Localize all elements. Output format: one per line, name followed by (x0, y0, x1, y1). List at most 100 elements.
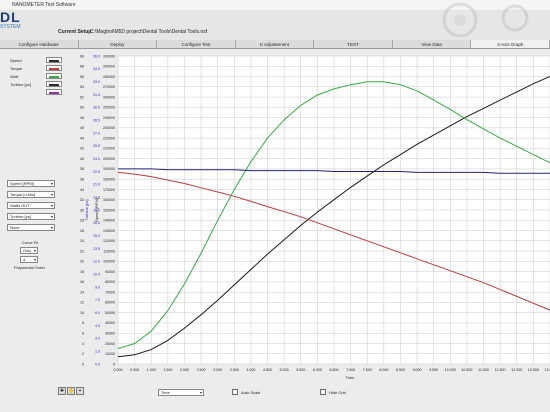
hide-grid-label: Hide Grid (329, 389, 346, 395)
x-tick-label: 10.000 (445, 368, 456, 372)
y-tick-label: 200000 (103, 157, 115, 161)
y-tick-label: 140000 (103, 219, 115, 223)
x-tick-label: 7.000 (346, 368, 355, 372)
y-tick-label: 54 (80, 85, 84, 89)
y-tick-label: 26 (80, 229, 84, 233)
y-tick-label: 120000 (103, 239, 115, 243)
x-axis-select[interactable]: Time (158, 389, 204, 396)
y-tick-label: 280000 (103, 75, 115, 79)
x-tick-label: 3.500 (230, 368, 239, 372)
y-tick-label: 10 (80, 311, 84, 315)
checkbox-box[interactable] (232, 389, 238, 395)
y-tick-label: 2 (82, 352, 84, 356)
x-tick-label: 6.000 (313, 368, 322, 372)
y-tick-label: 22 (80, 249, 84, 253)
x-tick-label: 9.000 (413, 368, 422, 372)
y-tick-label: 30000 (105, 332, 115, 336)
y-tick-label: 44 (80, 136, 84, 140)
y-tick-label: 18 (80, 270, 84, 274)
y-tick-label: 42 (80, 147, 84, 151)
y-tick-label: 40 (80, 157, 84, 161)
x-tick-label: 6.500 (330, 368, 339, 372)
y-tick-label: 180000 (103, 178, 115, 182)
y-tick-label: 33.0 (93, 80, 100, 84)
y-tick-label: 24 (80, 239, 84, 243)
x-tick-label: 3.000 (213, 368, 222, 372)
y-tick-label: 70000 (105, 290, 115, 294)
x-tick-label: 11.500 (495, 368, 506, 372)
y-tick-label: 300000 (103, 54, 115, 58)
zoom-tool-icon[interactable]: ✚ (58, 387, 66, 395)
x-tick-label: 2.000 (180, 368, 189, 372)
y-tick-label: 34.5 (93, 67, 100, 71)
y-tick-label: 290000 (103, 65, 115, 69)
y-tick-label: 6 (82, 332, 84, 336)
y-tick-label: 46 (80, 126, 84, 130)
y-tick-label: 24.0 (93, 157, 100, 161)
y-tick-label: 210000 (103, 147, 115, 151)
y-tick-label: 16 (80, 280, 84, 284)
y-tick-label: 240000 (103, 116, 115, 120)
y-tick-label: 190000 (103, 167, 115, 171)
y-tick-label: 52 (80, 95, 84, 99)
x-tick-label: 11.000 (478, 368, 489, 372)
x-tick-label: 7.500 (363, 368, 372, 372)
y-tick-label: 31.5 (93, 93, 100, 97)
y-tick-label: 36 (80, 178, 84, 182)
y-tick-label: 60000 (105, 301, 115, 305)
y-tick-label: 22.5 (93, 170, 100, 174)
x-tick-label: 12.000 (511, 368, 522, 372)
y-tick-label: 10000 (105, 352, 115, 356)
turbine-axis-title: Turbine [ps] (84, 200, 89, 221)
y-tick-label: 12.0 (93, 260, 100, 264)
y-tick-label: 0 (113, 362, 115, 366)
x-tick-label: 4.500 (263, 368, 272, 372)
three-axis-chart: 0.000 0.500 1.000 1.500 2.000 2.500 3.000 3.500… (80, 54, 550, 380)
y-tick-label: 4.5 (95, 324, 100, 328)
y-tick-label: 25.5 (93, 144, 100, 148)
y-tick-label: 90000 (105, 270, 115, 274)
y-tick-label: 260000 (103, 95, 115, 99)
x-tick-label: 9.500 (429, 368, 438, 372)
cursor-tool-icon[interactable]: ⌖ (76, 387, 84, 395)
pan-tool-icon[interactable]: ✋ (67, 387, 75, 395)
x-tick-label: 0.500 (130, 368, 139, 372)
x-tick-label: 1.500 (163, 368, 172, 372)
y-tick-label: 270000 (103, 85, 115, 89)
y-tick-label: 12 (80, 301, 84, 305)
auto-scale-label: Auto Scale (241, 389, 261, 395)
y-tick-label: 4 (82, 342, 84, 346)
y-tick-label: 30.0 (93, 106, 100, 110)
hide-grid-checkbox[interactable]: Hide Grid (320, 389, 346, 395)
x-tick-label: 5.500 (296, 368, 305, 372)
y-tick-label: 220000 (103, 136, 115, 140)
y-tick-label: 48 (80, 116, 84, 120)
y-tick-label: 13.5 (93, 247, 100, 251)
y-tick-label: 58 (80, 65, 84, 69)
y-tick-label: 230000 (103, 126, 115, 130)
y-tick-label: 0.0 (95, 362, 100, 366)
x-tick-label: 4.000 (246, 368, 255, 372)
x-tick-label: 12.500 (528, 368, 539, 372)
x-tick-label: 5.000 (280, 368, 289, 372)
y-tick-label: 8 (82, 321, 84, 325)
auto-scale-checkbox[interactable]: Auto Scale (232, 389, 260, 395)
y-tick-label: 1.5 (95, 349, 100, 353)
y-tick-label: 9.0 (95, 285, 100, 289)
checkbox-box[interactable] (320, 389, 326, 395)
y-tick-label: 130000 (103, 229, 115, 233)
y-tick-label: 3.0 (95, 337, 100, 341)
y-tick-label: 0 (82, 362, 84, 366)
y-tick-label: 14 (80, 290, 84, 294)
y-tick-label: 40000 (105, 321, 115, 325)
y-tick-label: 110000 (103, 249, 115, 253)
x-tick-label: 8.500 (396, 368, 405, 372)
y-tick-label: 100000 (103, 260, 115, 264)
y-tick-label: 56 (80, 75, 84, 79)
x-tick-label: 1.000 (147, 368, 156, 372)
y-tick-label: 15.0 (93, 234, 100, 238)
y-tick-label: 60 (80, 54, 84, 58)
x-tick-label: 13.000 (545, 368, 550, 372)
y-tick-label: 7.5 (95, 298, 100, 302)
y-tick-label: 20000 (105, 342, 115, 346)
